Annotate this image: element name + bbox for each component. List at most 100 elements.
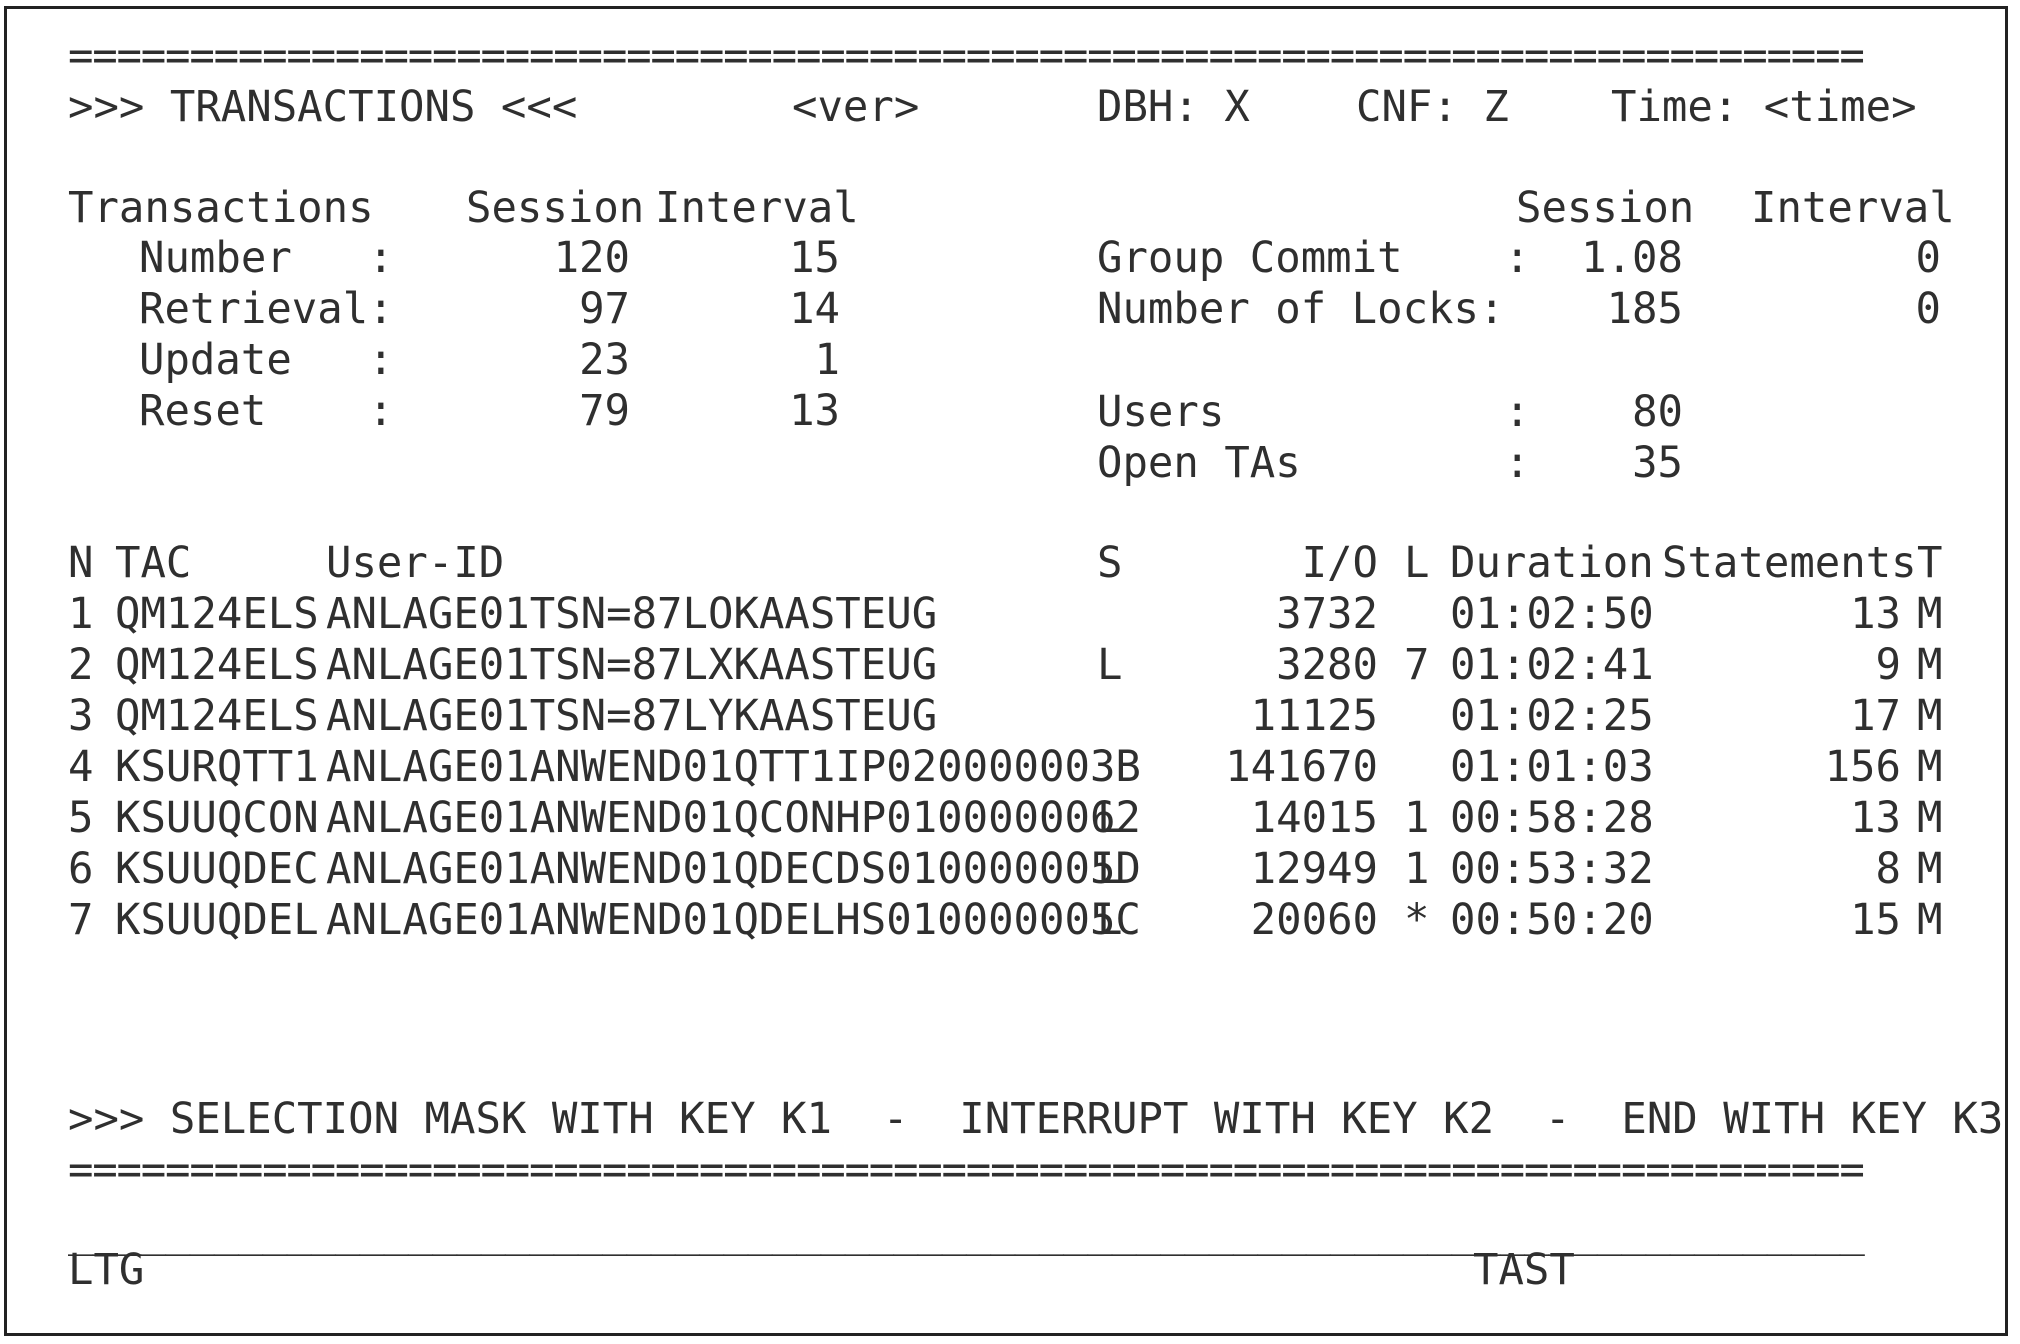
row-statements: 9 bbox=[1875, 640, 1901, 689]
col-header-user: User-ID bbox=[326, 538, 505, 587]
transaction-interval-value: 1 bbox=[814, 335, 840, 384]
row-duration: 00:58:28 bbox=[1450, 793, 1654, 842]
row-tac: KSUUQCON bbox=[115, 793, 319, 842]
row-io: 12949 bbox=[1250, 844, 1378, 893]
row-statements: 13 bbox=[1850, 793, 1901, 842]
cnf-label: CNF: Z bbox=[1356, 82, 1509, 131]
row-t: M bbox=[1917, 895, 1943, 944]
top-rule: ========================================… bbox=[68, 31, 1865, 80]
row-user-id: ANLAGE01ANWEND01QCONHP0100000062 bbox=[326, 793, 1141, 842]
row-tac: KSUUQDEL bbox=[115, 895, 319, 944]
row-duration: 01:01:03 bbox=[1450, 742, 1654, 791]
row-user-id: ANLAGE01TSN=87LXKAASTEUG bbox=[326, 640, 938, 689]
row-n: 7 bbox=[68, 895, 94, 944]
transaction-label: Retrieval: bbox=[139, 284, 394, 333]
transaction-label: Number : bbox=[139, 233, 394, 282]
dbh-label: DBH: X bbox=[1097, 82, 1250, 131]
key-help-line: >>> SELECTION MASK WITH KEY K1 - INTERRU… bbox=[68, 1094, 2020, 1143]
row-duration: 00:53:32 bbox=[1450, 844, 1654, 893]
row-n: 1 bbox=[68, 589, 94, 638]
tast-label: TAST bbox=[1473, 1245, 1575, 1294]
version-label: <ver> bbox=[792, 82, 920, 131]
locks-interval: 0 bbox=[1915, 284, 1941, 333]
open-tas-session: 35 bbox=[1632, 438, 1683, 487]
row-duration: 01:02:50 bbox=[1450, 589, 1654, 638]
row-t: M bbox=[1917, 691, 1943, 740]
row-l: 1 bbox=[1404, 793, 1430, 842]
col-header-t: T bbox=[1917, 538, 1943, 587]
row-duration: 01:02:25 bbox=[1450, 691, 1654, 740]
row-t: M bbox=[1917, 742, 1943, 791]
row-duration: 01:02:41 bbox=[1450, 640, 1654, 689]
row-t: M bbox=[1917, 844, 1943, 893]
row-t: M bbox=[1917, 640, 1943, 689]
row-n: 2 bbox=[68, 640, 94, 689]
page-title: >>> TRANSACTIONS <<< bbox=[68, 82, 578, 131]
row-io: 20060 bbox=[1250, 895, 1378, 944]
row-duration: 00:50:20 bbox=[1450, 895, 1654, 944]
row-s: L bbox=[1097, 895, 1123, 944]
row-n: 4 bbox=[68, 742, 94, 791]
transaction-session-value: 97 bbox=[579, 284, 630, 333]
row-io: 3732 bbox=[1276, 589, 1378, 638]
row-l: * bbox=[1404, 895, 1430, 944]
ltg-label: LTG bbox=[68, 1245, 145, 1294]
row-user-id: ANLAGE01TSN=87LYKAASTEUG bbox=[326, 691, 938, 740]
col-header-s: S bbox=[1097, 538, 1123, 587]
transactions-heading: Transactions bbox=[68, 183, 374, 232]
locks-label: Number of Locks: bbox=[1097, 284, 1505, 333]
row-statements: 13 bbox=[1850, 589, 1901, 638]
open-tas-label: Open TAs : bbox=[1097, 438, 1530, 487]
users-session: 80 bbox=[1632, 387, 1683, 436]
stats-session-header: Session bbox=[1516, 183, 1695, 232]
group-commit-label: Group Commit : bbox=[1097, 233, 1530, 282]
row-s: L bbox=[1097, 640, 1123, 689]
row-n: 5 bbox=[68, 793, 94, 842]
transaction-session-value: 79 bbox=[579, 386, 630, 435]
row-statements: 156 bbox=[1824, 742, 1901, 791]
col-header-n: N bbox=[68, 538, 94, 587]
row-tac: KSUUQDEC bbox=[115, 844, 319, 893]
row-statements: 15 bbox=[1850, 895, 1901, 944]
col-header-tac: TAC bbox=[115, 538, 192, 587]
input-underline: ________________________________________… bbox=[68, 1207, 1865, 1256]
row-io: 11125 bbox=[1250, 691, 1378, 740]
transaction-label: Update : bbox=[139, 335, 394, 384]
row-l: 7 bbox=[1404, 640, 1430, 689]
stats-interval-header: Interval bbox=[1751, 183, 1955, 232]
group-commit-session: 1.08 bbox=[1581, 233, 1683, 282]
transaction-label: Reset : bbox=[139, 386, 394, 435]
row-statements: 17 bbox=[1850, 691, 1901, 740]
group-commit-interval: 0 bbox=[1915, 233, 1941, 282]
row-n: 6 bbox=[68, 844, 94, 893]
row-t: M bbox=[1917, 793, 1943, 842]
locks-session: 185 bbox=[1606, 284, 1683, 333]
col-header-duration: Duration bbox=[1450, 538, 1654, 587]
col-header-io: I/O bbox=[1301, 538, 1378, 587]
transaction-interval-value: 13 bbox=[789, 386, 840, 435]
row-io: 141670 bbox=[1225, 742, 1378, 791]
row-io: 3280 bbox=[1276, 640, 1378, 689]
users-label: Users : bbox=[1097, 387, 1530, 436]
row-user-id: ANLAGE01TSN=87LOKAASTEUG bbox=[326, 589, 938, 638]
row-l: 1 bbox=[1404, 844, 1430, 893]
row-io: 14015 bbox=[1250, 793, 1378, 842]
row-n: 3 bbox=[68, 691, 94, 740]
row-user-id: ANLAGE01ANWEND01QTT1IP020000003B bbox=[326, 742, 1141, 791]
row-s: L bbox=[1097, 844, 1123, 893]
row-tac: QM124ELS bbox=[115, 589, 319, 638]
row-tac: KSURQTT1 bbox=[115, 742, 319, 791]
col-header-l: L bbox=[1404, 538, 1430, 587]
row-tac: QM124ELS bbox=[115, 640, 319, 689]
transaction-session-value: 23 bbox=[579, 335, 630, 384]
row-user-id: ANLAGE01ANWEND01QDELHS010000005C bbox=[326, 895, 1141, 944]
transaction-session-value: 120 bbox=[553, 233, 630, 282]
bottom-rule: ========================================… bbox=[68, 1145, 1865, 1194]
row-tac: QM124ELS bbox=[115, 691, 319, 740]
time-label: Time: <time> bbox=[1611, 82, 1917, 131]
row-t: M bbox=[1917, 589, 1943, 638]
transaction-interval-value: 14 bbox=[789, 284, 840, 333]
row-user-id: ANLAGE01ANWEND01QDECDS010000005D bbox=[326, 844, 1141, 893]
row-statements: 8 bbox=[1875, 844, 1901, 893]
transactions-interval-header: Interval bbox=[655, 183, 859, 232]
